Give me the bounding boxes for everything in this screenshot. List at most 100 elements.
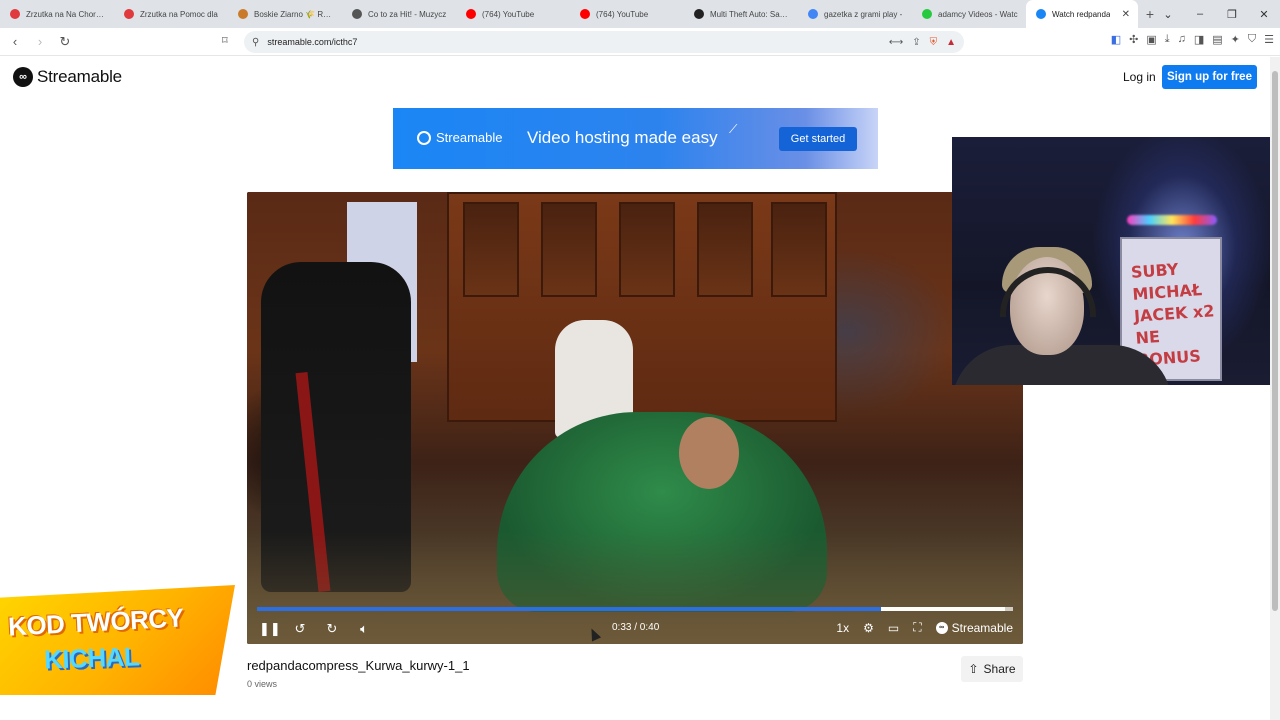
tab-label: (764) YouTube [596,9,649,19]
tab-label: gazetka z grami play - [824,9,903,19]
video-cabinet [447,192,837,422]
shield-icon[interactable]: ⛨ [930,37,938,48]
webcam-overlay: SUBY MICHAŁ JACEK x2 NE BONUS [952,137,1280,385]
music-icon[interactable]: ♫ [1178,33,1186,46]
rgb-lights [1127,215,1217,225]
login-link[interactable]: Log in [1123,70,1156,84]
video-cabinet-door [541,202,597,297]
browser-tab[interactable]: Boskie Ziarno 🌾 Reko [228,0,342,28]
picture-in-picture-icon[interactable]: ▭ [888,621,899,635]
vpn-icon[interactable]: ⛉ [1248,33,1256,46]
page-scrollbar[interactable] [1270,57,1280,720]
forward-button[interactable]: › [30,34,50,49]
share-page-icon[interactable]: ⇪ [912,37,920,48]
video-title: redpandacompress_Kurwa_kurwy-1_1 [247,658,470,673]
forward-skip-icon[interactable]: ↻ [323,621,341,637]
progress-bar[interactable] [257,607,1013,611]
browser-tab[interactable]: Co to za Hit! - Muzycz [342,0,456,28]
rewards-icon[interactable]: ▲ [946,37,956,48]
browser-tab[interactable]: gazetka z grami play - [798,0,912,28]
video-cabinet-door [463,202,519,297]
settings-gear-icon[interactable]: ⚙ [863,621,874,635]
wallet-icon[interactable]: ▤ [1212,33,1222,46]
tab-strip: Zrzutka na Na Chore O Zrzutka na Pomoc dl… [0,0,1280,28]
tab-favicon-icon [124,9,134,19]
progress-fill [257,607,881,611]
browser-tab[interactable]: Zrzutka na Pomoc dla [114,0,228,28]
tab-favicon-icon [1036,9,1046,19]
promo-banner[interactable]: Streamable Video hosting made easy ⟋ Get… [393,108,878,169]
extensions-toolbar: ◧ ✣ ▣ ⤓ ♫ ◨ ▤ ✦ ⛉ ☰ [1111,33,1274,46]
translate-icon[interactable]: ⟷ [889,37,903,48]
menu-icon[interactable]: ☰ [1264,33,1274,46]
video-frame [247,192,1023,644]
tab-label: Multi Theft Auto: San A [710,9,790,19]
puzzle-icon[interactable]: ✣ [1129,33,1138,46]
streamable-logo[interactable]: ∞ Streamable [13,67,122,87]
share-label: Share [983,662,1016,676]
view-count: 0 views [247,679,278,689]
video-player[interactable]: ❚❚ ↺ ↻ 🔈︎ 0:33 / 0:40 1x ⚙ ▭ ⛶ ∞ Streama… [247,192,1023,644]
fullscreen-icon[interactable]: ⛶ [913,620,921,635]
logo-icon: ∞ [13,67,33,87]
address-bar[interactable]: ⚲ streamable.com/icthc7 ⟷ ⇪ ⛨ ▲ [244,31,964,53]
video-cabinet-door [697,202,753,297]
tab-favicon-icon [580,9,590,19]
banner-logo: Streamable [417,130,502,145]
extension-icon[interactable]: ◧ [1111,33,1121,46]
volume-icon[interactable]: 🔈︎ [355,621,373,637]
tab-list: Zrzutka na Na Chore O Zrzutka na Pomoc dl… [0,0,1138,28]
browser-tab[interactable]: Zrzutka na Na Chore O [0,0,114,28]
address-bar-actions: ⟷ ⇪ ⛨ ▲ [889,37,964,48]
share-button[interactable]: ⇧ Share [961,656,1023,682]
site-info-icon[interactable]: ⚲ [252,37,259,48]
tab-label: Watch redpanda [1052,9,1111,19]
tab-label: Boskie Ziarno 🌾 Reko [254,9,334,19]
streamable-watermark[interactable]: ∞ Streamable [935,620,1013,635]
ai-icon[interactable]: ✦ [1231,33,1240,46]
tab-close-icon[interactable]: ✕ [1119,9,1130,20]
browser-tab[interactable]: (764) YouTube [456,0,570,28]
scrollbar-thumb[interactable] [1272,71,1278,611]
playback-speed-button[interactable]: 1x [836,621,849,635]
close-window-button[interactable]: ✕ [1248,8,1280,21]
bookmark-icon[interactable]: ⌑ [222,34,228,47]
video-cabinet-door [771,202,827,297]
minimize-button[interactable]: – [1184,8,1216,20]
tab-label: Co to za Hit! - Muzycz [368,9,447,19]
time-display: 0:33 / 0:40 [612,622,660,633]
rewind-icon[interactable]: ↺ [291,621,309,637]
watermark-text: Streamable [951,620,1013,635]
logo-text: Streamable [37,67,122,86]
creator-code-value: KICHAL [43,641,140,675]
tab-label: adamcy Videos - Watc [938,9,1018,19]
browser-tab[interactable]: (764) YouTube [570,0,684,28]
browser-tab[interactable]: Watch redpanda ✕ [1026,0,1138,28]
get-started-button[interactable]: Get started [779,127,857,151]
navigation-bar: ‹ › ↻ ⌑ ⚲ streamable.com/icthc7 ⟷ ⇪ ⛨ ▲ … [0,28,1280,56]
tab-label: Zrzutka na Na Chore O [26,9,106,19]
restore-button[interactable]: ❐ [1216,8,1248,21]
url-text[interactable]: streamable.com/icthc7 [267,37,357,47]
browser-tab[interactable]: Multi Theft Auto: San A [684,0,798,28]
screenshot-icon[interactable]: ▣ [1146,33,1156,46]
share-icon: ⇧ [968,662,979,676]
back-button[interactable]: ‹ [5,34,25,49]
video-person-head [679,417,739,489]
tab-label: (764) YouTube [482,9,535,19]
browser-tab[interactable]: adamcy Videos - Watc [912,0,1026,28]
window-controls: ⌄ – ❐ ✕ [1152,0,1280,28]
reload-button[interactable]: ↻ [55,34,75,50]
video-cabinet-door [619,202,675,297]
watermark-logo-icon: ∞ [935,621,948,634]
chevron-down-icon[interactable]: ⌄ [1152,8,1184,21]
signup-button[interactable]: Sign up for free [1162,65,1257,89]
pause-icon[interactable]: ❚❚ [259,621,281,637]
banner-tagline: Video hosting made easy [527,128,718,147]
site-header: ∞ Streamable Log in Sign up for free [0,57,1280,97]
sidebar-icon[interactable]: ◨ [1194,33,1204,46]
player-controls-right: 1x ⚙ ▭ ⛶ ∞ Streamable [836,620,1013,635]
download-icon[interactable]: ⤓ [1165,33,1170,46]
tab-favicon-icon [10,9,20,19]
banner-brand: Streamable [436,130,503,145]
